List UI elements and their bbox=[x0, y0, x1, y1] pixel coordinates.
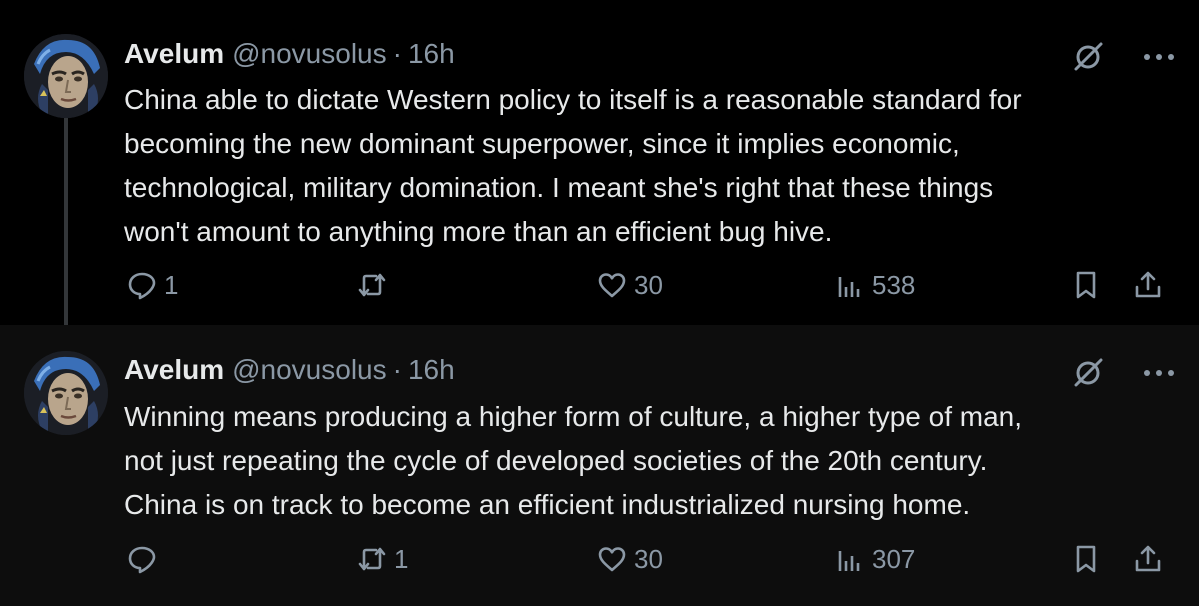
tweet-text-line: becoming the new dominant superpower, si… bbox=[124, 128, 960, 159]
separator-dot: · bbox=[392, 38, 402, 69]
views-count: 307 bbox=[872, 543, 916, 574]
repost-button[interactable]: 1 bbox=[356, 539, 408, 579]
bookmark-button[interactable] bbox=[1070, 539, 1102, 579]
reply-icon bbox=[128, 546, 156, 574]
action-bar: 1 30 307 bbox=[0, 539, 1199, 579]
author-handle[interactable]: @novusolus bbox=[232, 38, 387, 69]
tweet-text-line: China able to dictate Western policy to … bbox=[124, 84, 1022, 115]
action-bar: 1 30 538 bbox=[0, 265, 1199, 305]
views-icon bbox=[838, 277, 860, 297]
timestamp[interactable]: 16h bbox=[408, 354, 455, 385]
bookmark-icon bbox=[1076, 271, 1096, 299]
repost-button[interactable] bbox=[356, 265, 394, 305]
bookmark-icon bbox=[1076, 545, 1096, 573]
avatar[interactable] bbox=[24, 351, 108, 435]
tweet-text: Winning means producing a higher form of… bbox=[124, 395, 1174, 527]
separator-dot: · bbox=[392, 354, 402, 385]
tweet-text-line: technological, military domination. I me… bbox=[124, 172, 994, 203]
avatar[interactable] bbox=[24, 34, 108, 118]
like-button[interactable]: 30 bbox=[596, 539, 663, 579]
grok-icon[interactable] bbox=[1071, 356, 1105, 390]
share-button[interactable] bbox=[1132, 265, 1164, 305]
reply-count: 1 bbox=[164, 269, 179, 300]
tweet-text: China able to dictate Western policy to … bbox=[124, 78, 1174, 254]
tweet-text-line: China is on track to become an efficient… bbox=[124, 489, 971, 520]
reply-button[interactable]: 1 bbox=[126, 265, 178, 305]
reply-button[interactable] bbox=[126, 539, 164, 579]
reply-icon bbox=[128, 272, 156, 300]
like-button[interactable]: 30 bbox=[596, 265, 663, 305]
author-handle[interactable]: @novusolus bbox=[232, 354, 387, 385]
more-icon[interactable] bbox=[1141, 356, 1177, 390]
heart-icon bbox=[598, 273, 626, 298]
more-icon[interactable] bbox=[1141, 40, 1177, 74]
like-count: 30 bbox=[634, 543, 663, 574]
views-button[interactable]: 538 bbox=[834, 265, 915, 305]
share-icon bbox=[1135, 271, 1161, 298]
share-button[interactable] bbox=[1132, 539, 1164, 579]
tweet-text-line: Winning means producing a higher form of… bbox=[124, 401, 1023, 432]
views-count: 538 bbox=[872, 269, 916, 300]
views-icon bbox=[838, 551, 860, 571]
repost-count: 1 bbox=[394, 543, 409, 574]
repost-icon bbox=[358, 273, 386, 297]
tweet-header: Avelum @novusolus · 16h bbox=[124, 36, 455, 72]
tweet-header: Avelum @novusolus · 16h bbox=[124, 352, 455, 388]
like-count: 30 bbox=[634, 269, 663, 300]
views-button[interactable]: 307 bbox=[834, 539, 915, 579]
author-name[interactable]: Avelum bbox=[124, 38, 224, 69]
timestamp[interactable]: 16h bbox=[408, 38, 455, 69]
tweet[interactable]: Avelum @novusolus · 16h China able to dicta… bbox=[0, 0, 1199, 338]
author-name[interactable]: Avelum bbox=[124, 354, 224, 385]
bookmark-button[interactable] bbox=[1070, 265, 1102, 305]
repost-icon bbox=[358, 547, 386, 571]
tweet[interactable]: Avelum @novusolus · 16h Winning means produ… bbox=[0, 325, 1199, 606]
heart-icon bbox=[598, 547, 626, 572]
share-icon bbox=[1135, 545, 1161, 572]
thread-connector-line bbox=[64, 118, 68, 338]
tweet-text-line: won't amount to anything more than an ef… bbox=[124, 216, 833, 247]
grok-icon[interactable] bbox=[1071, 40, 1105, 74]
tweet-text-line: not just repeating the cycle of develope… bbox=[124, 445, 988, 476]
